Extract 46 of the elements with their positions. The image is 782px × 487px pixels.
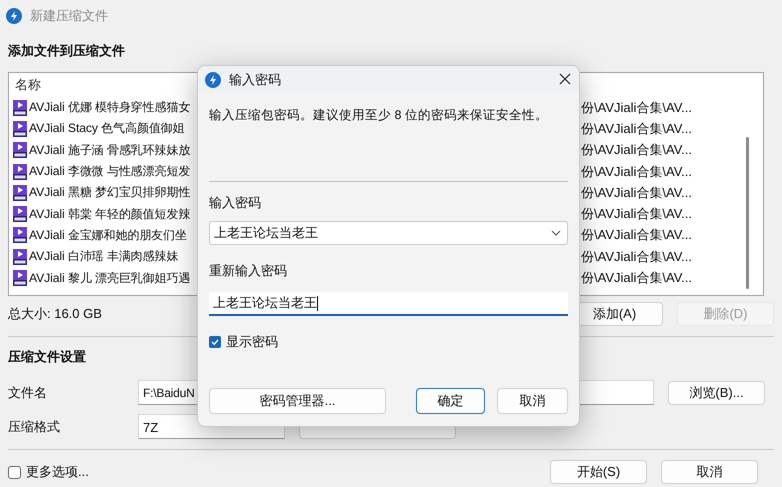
- checkbox-label: 更多选项...: [26, 463, 89, 481]
- video-file-icon: [12, 227, 28, 244]
- section-heading: 添加文件到压缩文件: [8, 42, 126, 60]
- column-header[interactable]: 名称: [15, 76, 41, 94]
- video-file-icon: [12, 248, 28, 265]
- video-file-icon: [12, 164, 28, 180]
- file-path: 份\AVJiali合集\AV...: [581, 162, 692, 181]
- checkbox-label: 显示密码: [226, 333, 278, 351]
- file-path: 份\AVJiali合集\AV...: [581, 184, 692, 202]
- video-file-icon: [12, 206, 28, 222]
- file-path: 份\AVJiali合集\AV...: [581, 98, 692, 117]
- file-path: 份\AVJiali合集\AV...: [581, 226, 692, 244]
- video-file-icon: [12, 184, 28, 201]
- dialog-title: 输入密码: [229, 70, 281, 88]
- password-field[interactable]: 上老王论坛当老王: [209, 292, 568, 316]
- button[interactable]: 开始(S): [550, 460, 647, 484]
- file-path: 份\AVJiali合集\AV...: [581, 120, 692, 138]
- message-text: 输入压缩包密码。建议使用至少 8 位的密码来保证安全性。: [209, 107, 549, 124]
- video-file-icon: [12, 100, 28, 116]
- file-path: 份\AVJiali合集\AV...: [581, 141, 692, 160]
- app-icon: [205, 72, 221, 88]
- browse-button[interactable]: 浏览(B)...: [668, 380, 765, 404]
- field-label: 输入密码: [209, 194, 262, 210]
- button[interactable]: 取消: [661, 460, 758, 484]
- file-path: 份\AVJiali合集\AV...: [581, 248, 692, 266]
- button[interactable]: 密码管理器...: [209, 388, 386, 414]
- field-label: 文件名: [8, 384, 48, 402]
- video-file-icon: [12, 270, 28, 286]
- checkbox[interactable]: [8, 466, 21, 478]
- video-file-icon: [12, 142, 28, 158]
- field-label: 压缩格式: [8, 418, 61, 436]
- close-icon[interactable]: [559, 73, 571, 85]
- file-path: 份\AVJiali合集\AV...: [581, 269, 692, 288]
- field-label: 重新输入密码: [209, 262, 288, 278]
- section-heading: 压缩文件设置: [8, 348, 87, 366]
- total-size: 总大小: 16.0 GB: [8, 305, 102, 323]
- button[interactable]: 确定: [416, 388, 485, 414]
- app-icon: [6, 8, 22, 24]
- window-title: 新建压缩文件: [30, 7, 108, 25]
- video-file-icon: [12, 120, 28, 137]
- button[interactable]: 取消: [497, 388, 568, 414]
- password-combo[interactable]: 上老王论坛当老王: [209, 221, 568, 245]
- file-path: 份\AVJiali合集\AV...: [581, 205, 692, 224]
- scrollbar-thumb[interactable]: [746, 137, 749, 289]
- checkbox[interactable]: [209, 336, 221, 348]
- chevron-down-icon[interactable]: [551, 230, 561, 236]
